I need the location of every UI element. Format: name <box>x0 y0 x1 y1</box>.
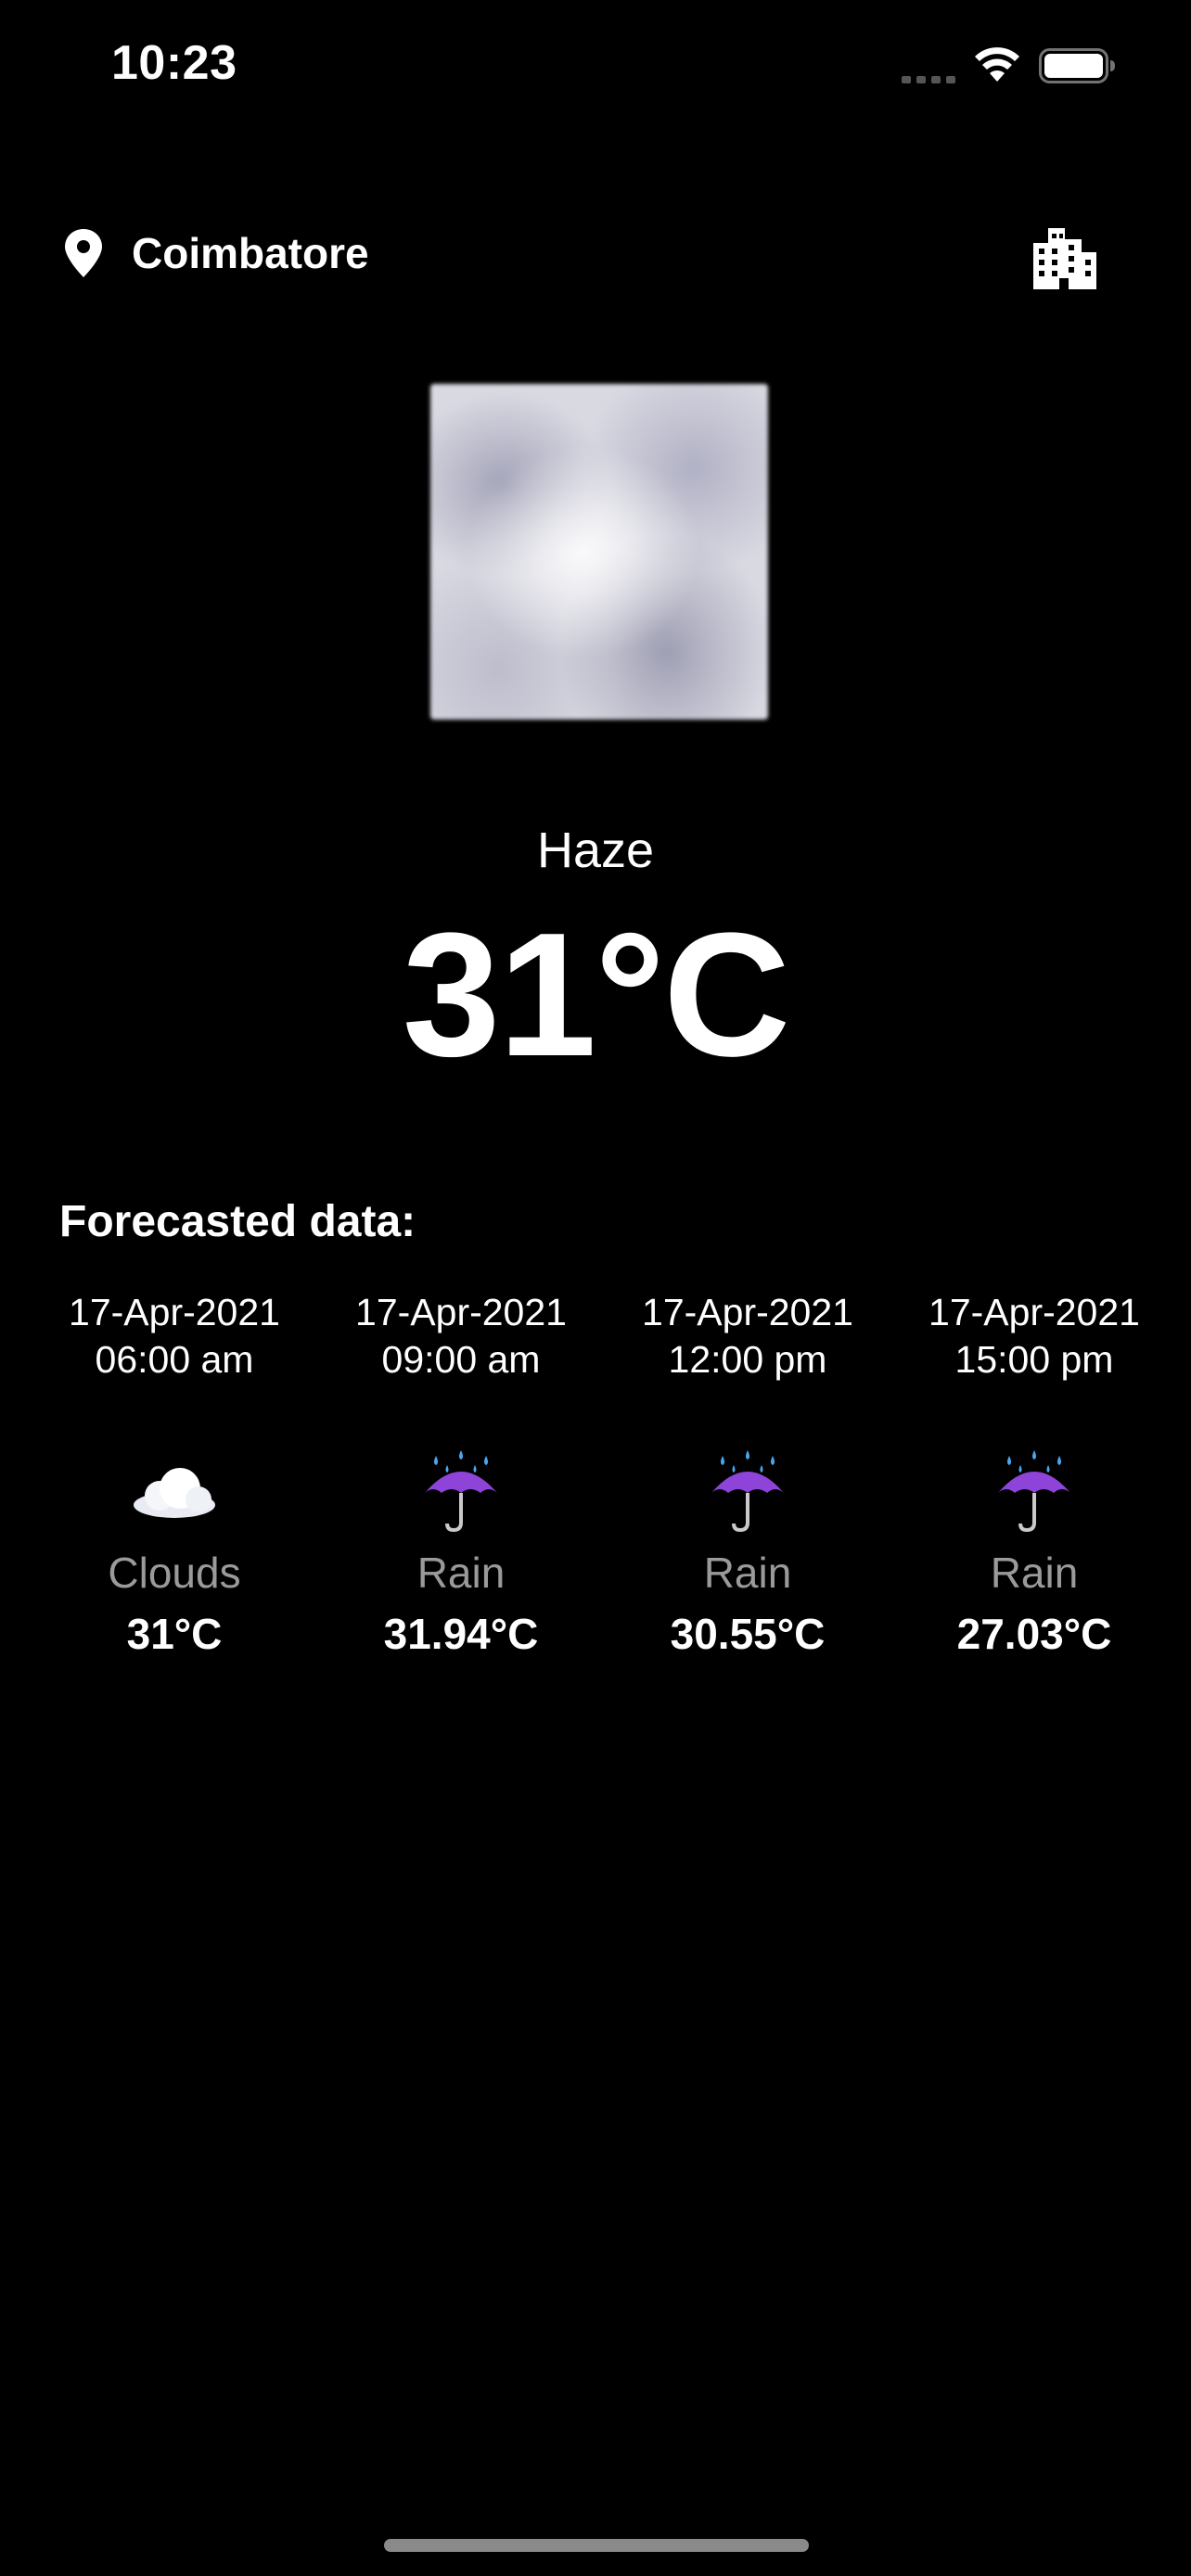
location-header: Coimbatore <box>59 221 369 286</box>
forecast-item: 17-Apr-2021 06:00 am Clouds 31°C <box>35 1289 314 1660</box>
forecast-time: 09:00 am <box>381 1338 541 1381</box>
forecast-heading: Forecasted data: <box>59 1197 416 1246</box>
wifi-icon <box>975 47 1019 82</box>
forecast-time: 12:00 pm <box>668 1338 827 1381</box>
forecast-time: 15:00 pm <box>954 1338 1114 1381</box>
cellular-signal-icon <box>902 76 955 83</box>
umbrella-rain-icon <box>608 1441 887 1543</box>
city-select-button[interactable] <box>1020 211 1109 300</box>
forecast-item: 17-Apr-2021 15:00 pm Rain 27.03°C <box>895 1289 1173 1660</box>
forecast-date: 17-Apr-2021 <box>355 1291 567 1333</box>
location-name: Coimbatore <box>132 229 369 277</box>
status-time: 10:23 <box>111 36 237 90</box>
home-indicator[interactable] <box>384 2539 809 2552</box>
forecast-condition: Rain <box>703 1549 792 1597</box>
forecast-condition: Clouds <box>108 1549 241 1597</box>
forecast-item: 17-Apr-2021 09:00 am Rain 31.94°C <box>322 1289 600 1660</box>
forecast-item: 17-Apr-2021 12:00 pm Rain 30.55°C <box>608 1289 887 1660</box>
forecast-temperature: 30.55°C <box>670 1610 826 1658</box>
forecast-temperature: 31.94°C <box>383 1610 539 1658</box>
forecast-condition: Rain <box>990 1549 1079 1597</box>
battery-icon <box>1039 48 1115 83</box>
forecast-condition: Rain <box>416 1549 506 1597</box>
city-buildings-icon <box>1033 228 1096 289</box>
forecast-date: 17-Apr-2021 <box>928 1291 1140 1333</box>
current-temperature: 31°C <box>402 897 791 1093</box>
status-bar: 10:23 <box>0 0 1191 139</box>
location-pin-icon <box>65 229 102 277</box>
forecast-temperature: 27.03°C <box>956 1610 1112 1658</box>
current-condition: Haze <box>536 823 655 878</box>
haze-cloud-image <box>430 384 768 720</box>
umbrella-rain-icon <box>895 1441 1173 1543</box>
forecast-date: 17-Apr-2021 <box>69 1291 280 1333</box>
cloud-icon <box>35 1441 314 1543</box>
forecast-date: 17-Apr-2021 <box>642 1291 853 1333</box>
umbrella-rain-icon <box>322 1441 600 1543</box>
forecast-temperature: 31°C <box>126 1610 223 1658</box>
forecast-time: 06:00 am <box>95 1338 254 1381</box>
forecast-list[interactable]: 17-Apr-2021 06:00 am Clouds 31°C 17-Apr-… <box>0 1289 1191 1697</box>
